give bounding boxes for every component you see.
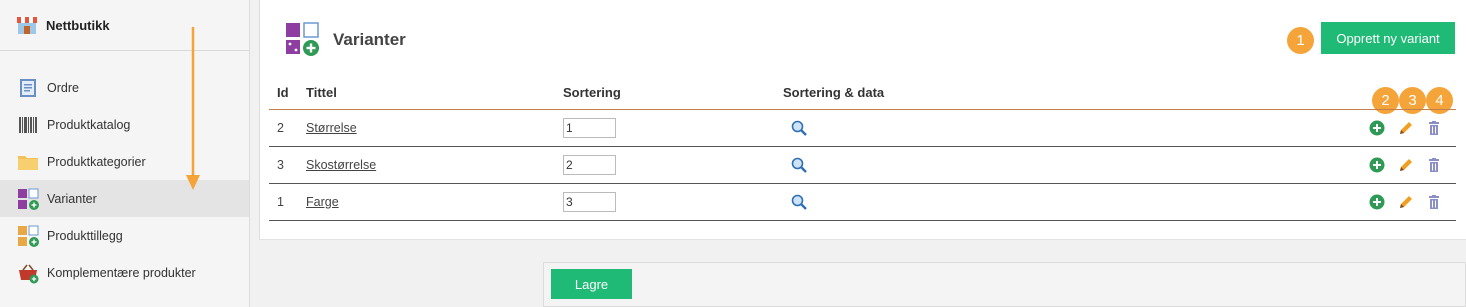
table-row: 3 Skostørrelse — [269, 146, 1456, 184]
variants-panel: Varianter 1 Opprett ny variant 2 3 4 Id … — [259, 0, 1466, 240]
sidebar-item-varianter[interactable]: Varianter — [0, 180, 249, 217]
search-icon[interactable] — [791, 194, 807, 210]
column-header-id: Id — [269, 77, 298, 110]
save-button[interactable]: Lagre — [551, 269, 632, 299]
annotation-arrow — [186, 27, 200, 190]
edit-pencil-icon[interactable] — [1398, 157, 1414, 173]
variants-icon — [17, 188, 39, 210]
column-header-sort-data: Sortering & data — [775, 77, 1316, 110]
sidebar-header: Nettbutikk — [0, 0, 249, 51]
row-actions — [1316, 109, 1456, 147]
column-header-sort: Sortering — [555, 77, 775, 110]
store-icon — [16, 14, 38, 36]
row-id: 2 — [269, 109, 298, 147]
sidebar-item-label: Produkttillegg — [47, 228, 123, 243]
page-title: Varianter — [333, 30, 406, 49]
row-title-cell: Størrelse — [298, 109, 555, 147]
sidebar-item-produktkategorier[interactable]: Produktkategorier — [0, 143, 249, 180]
row-actions — [1316, 146, 1456, 184]
row-title-link[interactable]: Størrelse — [306, 121, 357, 135]
row-sort-cell — [555, 183, 775, 221]
sort-input[interactable] — [563, 154, 616, 175]
row-id: 1 — [269, 183, 298, 221]
gutter — [251, 0, 259, 307]
row-search-cell — [775, 109, 1316, 147]
table-row: 1 Farge — [269, 183, 1456, 221]
row-title-link[interactable]: Skostørrelse — [306, 158, 376, 172]
create-variant-button[interactable]: Opprett ny variant — [1321, 22, 1455, 54]
row-search-cell — [775, 183, 1316, 221]
column-header-title: Tittel — [298, 77, 555, 110]
sidebar: Nettbutikk Ordre Produktkatalog Produktk… — [0, 0, 250, 307]
edit-pencil-icon[interactable] — [1398, 120, 1414, 136]
variants-icon — [285, 22, 321, 56]
add-icon[interactable] — [1369, 120, 1385, 136]
sidebar-item-produkttillegg[interactable]: Produkttillegg — [0, 217, 249, 254]
sidebar-item-label: Ordre — [47, 80, 79, 95]
sort-input[interactable] — [563, 117, 616, 138]
variants-table: Id Tittel Sortering Sortering & data 2 S… — [269, 77, 1456, 221]
table-row: 2 Størrelse — [269, 109, 1456, 147]
add-icon[interactable] — [1369, 194, 1385, 210]
column-header-actions — [1316, 77, 1456, 110]
search-icon[interactable] — [791, 157, 807, 173]
sort-input[interactable] — [563, 191, 616, 212]
sidebar-menu: Ordre Produktkatalog Produktkategorier V… — [0, 69, 249, 291]
order-icon — [17, 77, 39, 99]
row-actions — [1316, 183, 1456, 221]
row-title-link[interactable]: Farge — [306, 195, 339, 209]
addons-icon — [17, 225, 39, 247]
row-sort-cell — [555, 109, 775, 147]
row-search-cell — [775, 146, 1316, 184]
folder-icon — [17, 151, 39, 173]
delete-trash-icon[interactable] — [1426, 120, 1442, 136]
annotation-badge-1: 1 — [1287, 27, 1314, 54]
row-title-cell: Farge — [298, 183, 555, 221]
sidebar-title: Nettbutikk — [46, 17, 110, 33]
table-header-row: Id Tittel Sortering Sortering & data — [269, 77, 1456, 110]
sidebar-item-produktkatalog[interactable]: Produktkatalog — [0, 106, 249, 143]
sidebar-item-label: Komplementære produkter — [47, 265, 196, 280]
edit-pencil-icon[interactable] — [1398, 194, 1414, 210]
basket-icon — [17, 262, 39, 284]
sidebar-item-label: Produktkategorier — [47, 154, 146, 169]
sidebar-item-komplementaere[interactable]: Komplementære produkter — [0, 254, 249, 291]
search-icon[interactable] — [791, 120, 807, 136]
delete-trash-icon[interactable] — [1426, 157, 1442, 173]
barcode-icon — [17, 114, 39, 136]
row-id: 3 — [269, 146, 298, 184]
sidebar-item-ordre[interactable]: Ordre — [0, 69, 249, 106]
sidebar-item-label: Varianter — [47, 191, 97, 206]
add-icon[interactable] — [1369, 157, 1385, 173]
sidebar-item-label: Produktkatalog — [47, 117, 131, 132]
row-sort-cell — [555, 146, 775, 184]
panel-header: Varianter 1 Opprett ny variant 2 3 4 — [260, 0, 1466, 114]
row-title-cell: Skostørrelse — [298, 146, 555, 184]
save-bar: Lagre — [543, 262, 1466, 307]
delete-trash-icon[interactable] — [1426, 194, 1442, 210]
